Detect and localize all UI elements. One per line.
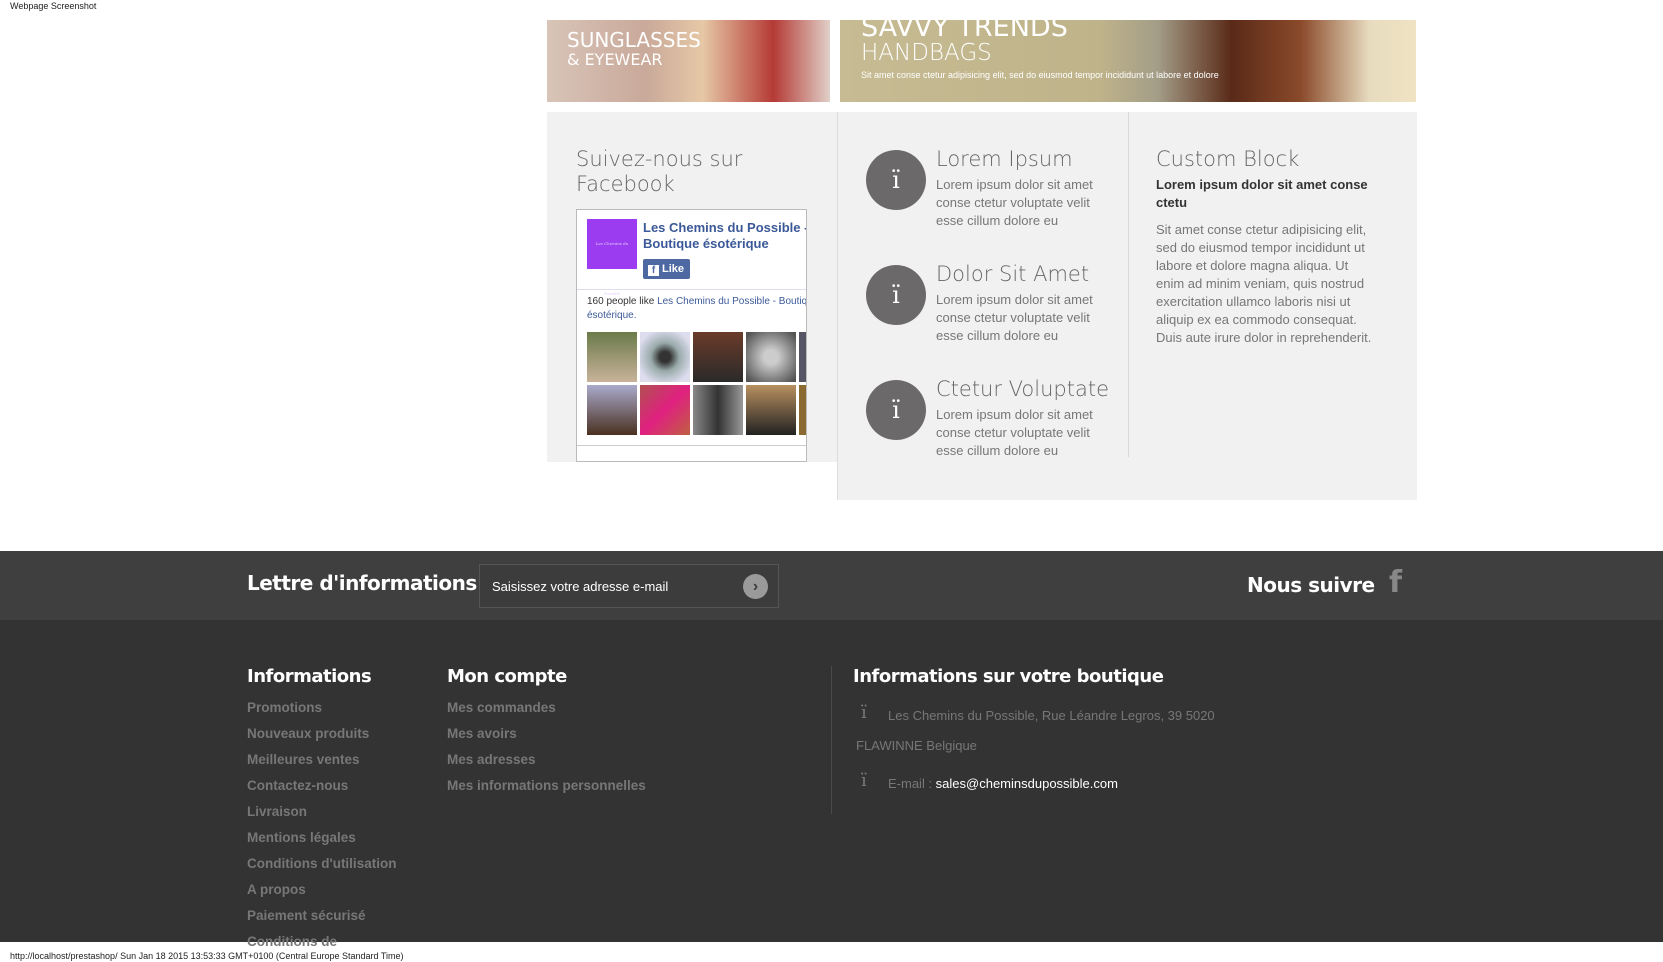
store-address: Les Chemins du Possible, Rue Léandre Leg… bbox=[888, 708, 1215, 723]
fan-avatar[interactable] bbox=[746, 332, 796, 382]
fan-avatar[interactable] bbox=[640, 385, 690, 435]
newsletter-placeholder: Saisissez votre adresse e-mail bbox=[492, 579, 669, 594]
footer: Informations Promotions Nouveaux produit… bbox=[0, 620, 1663, 949]
banner-handbags[interactable]: SAVVY TRENDS HANDBAGS Sit amet conse cte… bbox=[840, 20, 1416, 102]
info-title: Ctetur Voluptate bbox=[936, 377, 1109, 401]
footer-link-livraison[interactable]: Livraison bbox=[247, 799, 396, 825]
store-address-city: FLAWINNE Belgique bbox=[856, 738, 977, 753]
submit-arrow-icon[interactable]: › bbox=[743, 574, 768, 599]
info-icon: ï bbox=[866, 150, 926, 210]
info-icon: ï bbox=[866, 380, 926, 440]
fan-avatar[interactable] bbox=[746, 385, 796, 435]
follow-title: Nous suivre bbox=[1247, 573, 1375, 597]
info-title: Dolor Sit Amet bbox=[936, 262, 1090, 286]
column-divider bbox=[831, 666, 832, 814]
info-text: Lorem ipsum dolor sit amet conse ctetur … bbox=[936, 177, 1093, 228]
status-bar: http://localhost/prestashop/ Sun Jan 18 … bbox=[10, 951, 404, 961]
email-icon: ï bbox=[861, 770, 867, 791]
custom-block-lead: Lorem ipsum dolor sit amet conse ctetu bbox=[1156, 177, 1368, 210]
banner-subtitle: & EYEWEAR bbox=[567, 50, 663, 69]
custom-block-text: Sit amet conse ctetur adipisicing elit, … bbox=[1156, 222, 1372, 345]
info-title: Lorem Ipsum bbox=[936, 147, 1073, 171]
info-text: Lorem ipsum dolor sit amet conse ctetur … bbox=[936, 407, 1093, 458]
banner-sunglasses[interactable]: SUNGLASSES & EYEWEAR bbox=[547, 20, 830, 102]
footer-link-infos-perso[interactable]: Mes informations personnelles bbox=[447, 773, 646, 799]
info-icon: ï bbox=[866, 265, 926, 325]
store-email: E-mail : sales@cheminsdupossible.com bbox=[888, 776, 1118, 791]
footer-link-avoirs[interactable]: Mes avoirs bbox=[447, 721, 646, 747]
banner-title: SAVVY TRENDS bbox=[861, 20, 1068, 43]
email-link[interactable]: sales@cheminsdupossible.com bbox=[936, 776, 1118, 791]
email-label: E-mail : bbox=[888, 776, 936, 791]
facebook-heading: Suivez-nous sur Facebook bbox=[576, 147, 743, 196]
banner-subtitle: HANDBAGS bbox=[861, 40, 992, 66]
footer-account-title: Mon compte bbox=[447, 666, 567, 687]
footer-link-adresses[interactable]: Mes adresses bbox=[447, 747, 646, 773]
divider bbox=[577, 289, 806, 290]
footer-link-nouveaux-produits[interactable]: Nouveaux produits bbox=[247, 721, 396, 747]
footer-store-title: Informations sur votre boutique bbox=[853, 666, 1164, 687]
newsletter-bar: Lettre d'informations Saisissez votre ad… bbox=[0, 551, 1663, 620]
window-caption: Webpage Screenshot bbox=[10, 1, 97, 11]
footer-link-a-propos[interactable]: A propos bbox=[247, 877, 396, 903]
fan-avatar[interactable] bbox=[799, 332, 806, 382]
location-icon: ï bbox=[861, 702, 867, 723]
footer-link-meilleures-ventes[interactable]: Meilleures ventes bbox=[247, 747, 396, 773]
footer-informations-links: Promotions Nouveaux produits Meilleures … bbox=[247, 695, 396, 955]
footer-link-promotions[interactable]: Promotions bbox=[247, 695, 396, 721]
footer-account-links: Mes commandes Mes avoirs Mes adresses Me… bbox=[447, 695, 646, 799]
footer-link-conditions[interactable]: Conditions d'utilisation bbox=[247, 851, 396, 877]
fan-avatar[interactable] bbox=[693, 332, 743, 382]
divider bbox=[577, 445, 806, 446]
fan-avatar[interactable] bbox=[799, 385, 806, 435]
like-label: Like bbox=[662, 263, 685, 275]
footer-link-paiement[interactable]: Paiement sécurisé bbox=[247, 903, 396, 929]
fan-avatar[interactable] bbox=[587, 332, 637, 382]
facebook-icon: f bbox=[648, 265, 659, 276]
custom-block-title: Custom Block bbox=[1156, 147, 1300, 171]
facebook-widget: Les Chemins du Possible Les Chemins du P… bbox=[576, 209, 807, 462]
footer-informations-title: Informations bbox=[247, 666, 372, 687]
newsletter-email-input[interactable]: Saisissez votre adresse e-mail › bbox=[479, 564, 779, 608]
page-name-link[interactable]: Les Chemins du Possible - Boutique ésoté… bbox=[643, 220, 806, 252]
info-text: Lorem ipsum dolor sit amet conse ctetur … bbox=[936, 292, 1093, 343]
fan-avatar[interactable] bbox=[587, 385, 637, 435]
footer-link-mentions-legales[interactable]: Mentions légales bbox=[247, 825, 396, 851]
like-button[interactable]: f Like bbox=[643, 259, 690, 279]
fan-avatar[interactable] bbox=[640, 332, 690, 382]
newsletter-title: Lettre d'informations bbox=[247, 571, 477, 595]
likes-prefix: 160 people like bbox=[587, 296, 658, 307]
page-logo[interactable]: Les Chemins du Possible bbox=[587, 219, 637, 296]
likes-count: 160 people like Les Chemins du Possible … bbox=[587, 295, 806, 323]
banner-title: SUNGLASSES bbox=[567, 28, 701, 52]
facebook-icon[interactable]: f bbox=[1389, 565, 1402, 600]
banner-text: Sit amet conse ctetur adipisicing elit, … bbox=[861, 70, 1219, 80]
footer-link-commandes[interactable]: Mes commandes bbox=[447, 695, 646, 721]
fan-faces bbox=[587, 332, 806, 435]
fan-avatar[interactable] bbox=[693, 385, 743, 435]
footer-link-contact[interactable]: Contactez-nous bbox=[247, 773, 396, 799]
column-divider bbox=[1128, 112, 1129, 457]
